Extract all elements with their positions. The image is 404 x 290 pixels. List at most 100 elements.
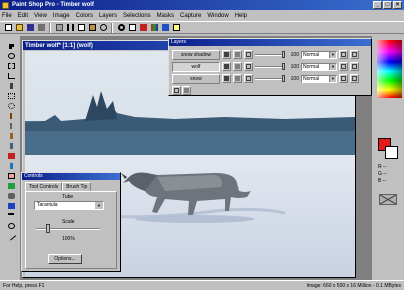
layer-name-button[interactable]: wolf [172, 61, 220, 72]
picture-tube-icon[interactable] [6, 181, 17, 190]
layers-palette[interactable]: Layers snow shadow 100 Normal ▼ wolf 100 … [168, 38, 372, 96]
retouch-tool-icon[interactable] [6, 161, 17, 170]
histogram-icon[interactable] [149, 23, 159, 33]
layer-mask-icon[interactable] [244, 74, 253, 83]
undo-icon[interactable] [98, 23, 108, 33]
menu-image[interactable]: Image [53, 13, 70, 19]
options-button[interactable]: Options... [48, 254, 82, 264]
fullscreen-icon[interactable] [127, 23, 137, 33]
menu-capture[interactable]: Capture [180, 13, 201, 19]
layer-lock-icon[interactable] [233, 62, 242, 71]
layer-link-icon[interactable] [339, 62, 348, 71]
copy-icon[interactable] [76, 23, 86, 33]
new-layer-icon[interactable] [172, 86, 181, 95]
shape-tool-icon[interactable] [6, 221, 17, 230]
layer-group-icon[interactable] [350, 50, 359, 59]
minimize-button[interactable]: _ [373, 1, 382, 9]
chevron-down-icon[interactable]: ▼ [329, 63, 336, 70]
layer-opacity-slider[interactable] [255, 50, 285, 58]
save-icon[interactable] [25, 23, 35, 33]
layer-group-icon[interactable] [350, 74, 359, 83]
tab-tool-controls[interactable]: Tool Controls [25, 182, 63, 191]
line-tool-icon[interactable] [6, 231, 17, 241]
scan-icon[interactable] [54, 23, 64, 33]
open-icon[interactable] [14, 23, 24, 33]
layer-mask-icon[interactable] [244, 50, 253, 59]
layer-name-button[interactable]: snow shadow [172, 49, 220, 60]
menu-window[interactable]: Window [207, 13, 228, 19]
controls-body: Tube Tarantula ▼ Scale 100% Options... [25, 191, 117, 269]
zoom-tool-icon[interactable] [6, 52, 17, 61]
layer-row[interactable]: wolf 100 Normal ▼ [172, 61, 367, 72]
chevron-down-icon[interactable]: ▼ [329, 51, 336, 58]
window-title: Paint Shop Pro - Timber wolf [12, 2, 94, 8]
menu-view[interactable]: View [34, 13, 47, 19]
arrow-tool-icon[interactable] [6, 42, 17, 51]
color-replacer-icon[interactable] [6, 151, 17, 160]
blend-value: Normal [303, 51, 320, 58]
app-icon[interactable] [2, 1, 9, 9]
maximize-button[interactable]: □ [383, 1, 392, 9]
menu-masks[interactable]: Masks [157, 13, 174, 19]
delete-layer-icon[interactable] [182, 86, 191, 95]
layer-opacity-slider[interactable] [255, 62, 285, 70]
text-tool-icon[interactable] [6, 211, 17, 220]
magic-wand-icon[interactable] [6, 112, 17, 121]
menu-edit[interactable]: Edit [18, 13, 28, 19]
menu-layers[interactable]: Layers [99, 13, 117, 19]
clone-brush-icon[interactable] [6, 142, 17, 151]
layer-lock-icon[interactable] [233, 50, 242, 59]
background-color-swatch[interactable] [385, 146, 398, 159]
paste-icon[interactable] [87, 23, 97, 33]
flood-fill-icon[interactable] [6, 201, 17, 210]
layer-link-icon[interactable] [339, 74, 348, 83]
airbrush-tool-icon[interactable] [6, 191, 17, 200]
slider-thumb[interactable] [282, 74, 285, 82]
chevron-down-icon[interactable]: ▼ [95, 202, 103, 209]
freehand-tool-icon[interactable] [6, 102, 17, 111]
layer-row[interactable]: snow 100 Normal ▼ [172, 73, 367, 84]
mover-tool-icon[interactable] [6, 82, 17, 91]
new-icon[interactable] [3, 23, 13, 33]
chevron-down-icon[interactable]: ▼ [329, 75, 336, 82]
slider-thumb[interactable] [282, 62, 285, 70]
color-spectrum[interactable] [377, 40, 402, 98]
menu-file[interactable]: File [2, 13, 12, 19]
cut-icon[interactable] [65, 23, 75, 33]
layer-visibility-icon[interactable] [222, 62, 231, 71]
eraser-tool-icon[interactable] [6, 171, 17, 180]
layer-visibility-icon[interactable] [222, 74, 231, 83]
print-icon[interactable] [36, 23, 46, 33]
selection-tool-icon[interactable] [6, 92, 17, 101]
layer-blend-select[interactable]: Normal ▼ [301, 50, 337, 59]
crop-tool-icon[interactable] [6, 72, 17, 81]
menu-colors[interactable]: Colors [76, 13, 93, 19]
tab-brush-tip[interactable]: Brush Tip [62, 182, 92, 191]
texture-swatch[interactable] [379, 194, 397, 205]
layer-name-button[interactable]: snow [172, 73, 220, 84]
layer-blend-select[interactable]: Normal ▼ [301, 74, 337, 83]
menu-help[interactable]: Help [235, 13, 247, 19]
layer-opacity-slider[interactable] [255, 74, 285, 82]
zoom-icon[interactable] [116, 23, 126, 33]
tube-select[interactable]: Tarantula ▼ [34, 201, 104, 210]
menu-selections[interactable]: Selections [123, 13, 151, 19]
layer-link-icon[interactable] [339, 50, 348, 59]
dropper-tool-icon[interactable] [6, 122, 17, 131]
scale-slider[interactable] [36, 224, 100, 233]
toggle-palettes-icon[interactable] [138, 23, 148, 33]
layer-visibility-icon[interactable] [222, 50, 231, 59]
deformation-tool-icon[interactable] [6, 62, 17, 71]
layers-icon[interactable] [160, 23, 170, 33]
slider-thumb[interactable] [282, 50, 285, 58]
help-icon[interactable] [171, 23, 181, 33]
slider-thumb[interactable] [46, 224, 50, 233]
layer-blend-select[interactable]: Normal ▼ [301, 62, 337, 71]
layer-row[interactable]: snow shadow 100 Normal ▼ [172, 49, 367, 60]
layer-group-icon[interactable] [350, 62, 359, 71]
layer-mask-icon[interactable] [244, 62, 253, 71]
layer-lock-icon[interactable] [233, 74, 242, 83]
controls-palette[interactable]: Controls Tool Controls Brush Tip Tube Ta… [21, 172, 121, 272]
paintbrush-tool-icon[interactable] [6, 132, 17, 141]
close-button[interactable]: × [393, 1, 402, 9]
